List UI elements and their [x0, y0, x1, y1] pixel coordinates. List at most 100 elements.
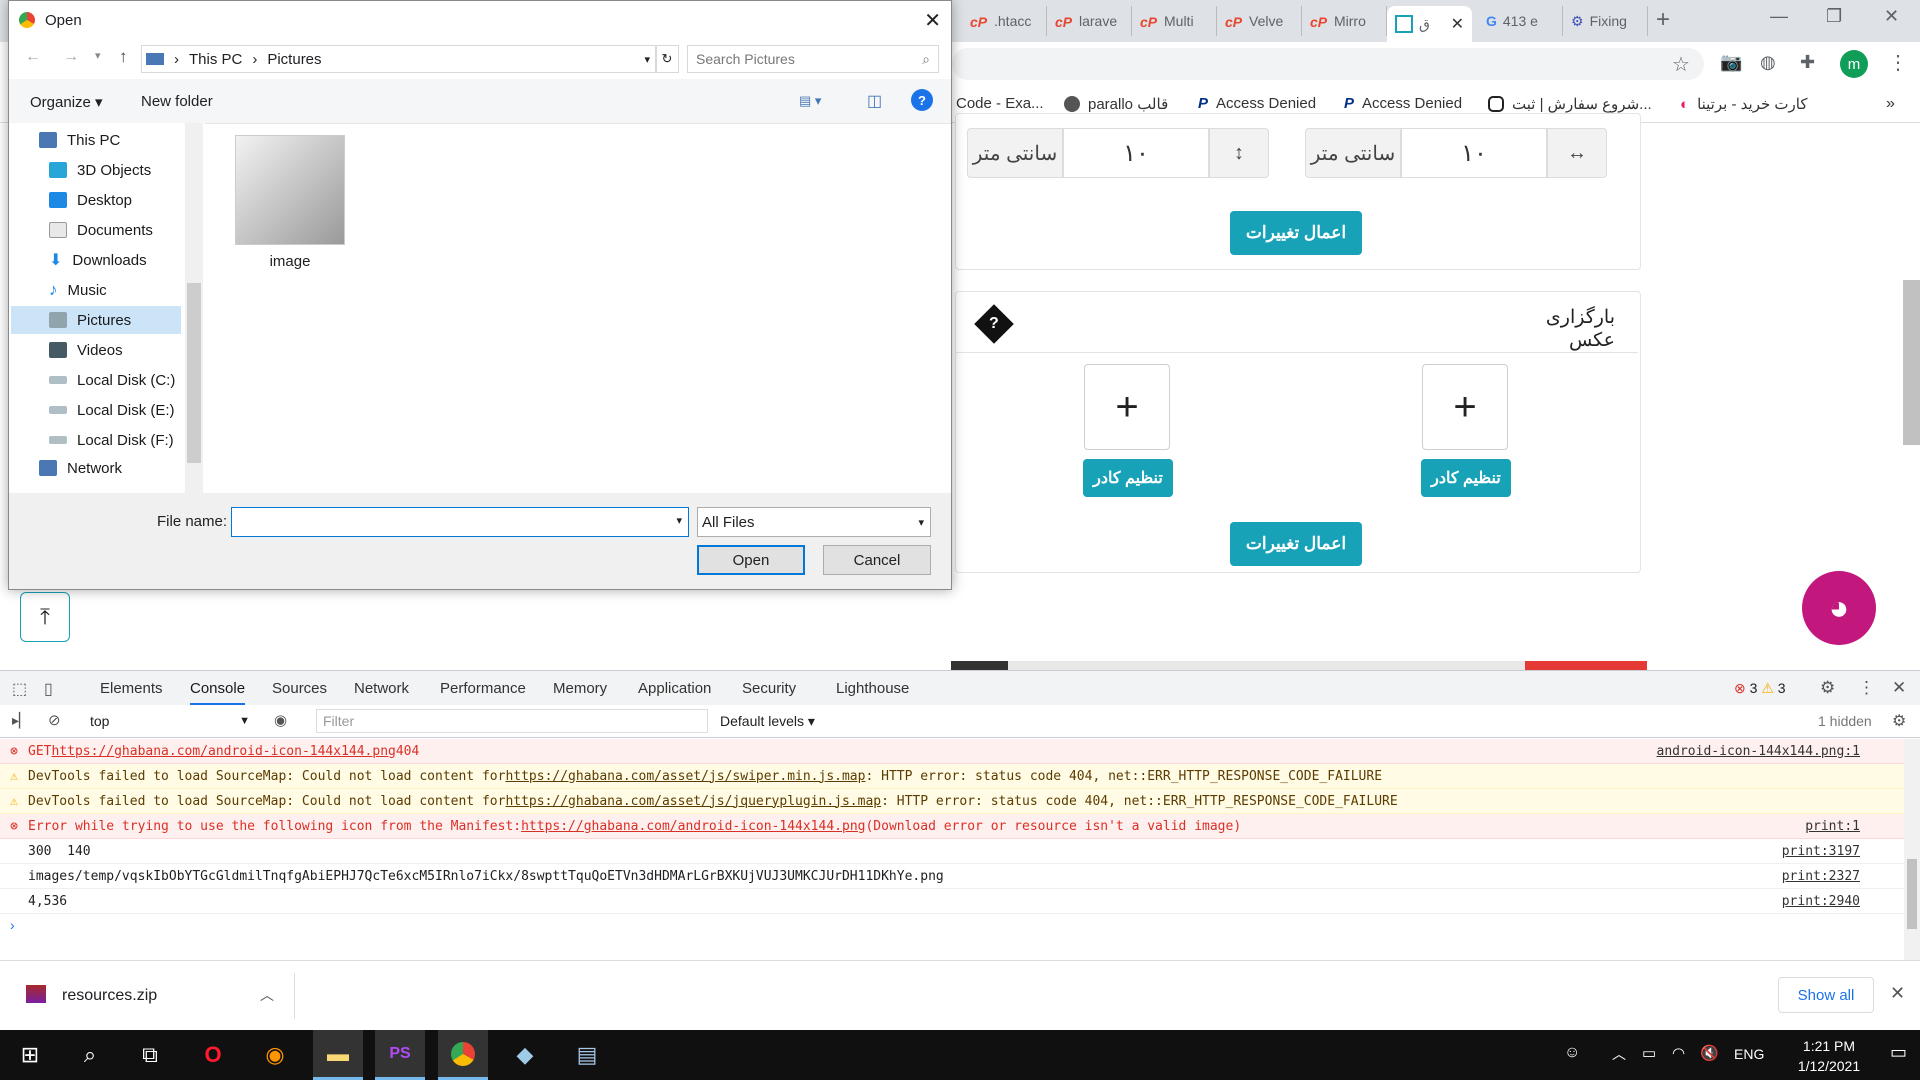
people-icon[interactable]: ☺	[1564, 1044, 1580, 1062]
tree-item-this-pc[interactable]: This PC	[39, 126, 120, 154]
tab-security[interactable]: Security	[742, 680, 796, 697]
frame-settings-button[interactable]: تنظیم کادر	[1421, 459, 1511, 497]
tab-sources[interactable]: Sources	[272, 680, 327, 697]
chevron-down-icon[interactable]: ▾	[676, 514, 682, 527]
sidebar-toggle-icon[interactable]: ▸▏	[12, 712, 30, 729]
tree-item-network[interactable]: Network	[39, 458, 122, 478]
tree-item-desktop[interactable]: Desktop	[49, 186, 132, 214]
device-toolbar-icon[interactable]: ▯	[44, 679, 53, 699]
file-type-select[interactable]: All Files ▾	[697, 507, 931, 537]
tab-application[interactable]: Application	[638, 680, 711, 697]
bookmark-6[interactable]: ◐ کارت خرید - برتینا	[1680, 95, 1807, 114]
task-view-icon[interactable]: ⧉	[125, 1030, 175, 1080]
tree-item-disk-f[interactable]: Local Disk (F:)	[49, 426, 174, 454]
tab-memory[interactable]: Memory	[553, 680, 607, 697]
height-input[interactable]: ۱۰	[1063, 128, 1209, 178]
wifi-icon[interactable]: ◠	[1672, 1044, 1685, 1062]
context-select[interactable]: top ▼	[82, 709, 254, 733]
clear-console-icon[interactable]: ⊘	[48, 711, 61, 729]
width-input[interactable]: ۱۰	[1401, 128, 1547, 178]
add-image-button[interactable]: +	[1422, 364, 1508, 450]
notifications-icon[interactable]: ▭	[1890, 1042, 1907, 1063]
show-all-button[interactable]: Show all	[1778, 977, 1874, 1013]
log-source-link[interactable]: print:2327	[1782, 869, 1860, 884]
clock[interactable]: 1:21 PM 1/12/2021	[1782, 1036, 1876, 1076]
chat-widget-button[interactable]: ◕	[1802, 571, 1876, 645]
breadcrumb-item[interactable]: Pictures	[267, 51, 321, 68]
close-window-button[interactable]: ✕	[1884, 6, 1899, 27]
tree-item-documents[interactable]: Documents	[49, 216, 153, 244]
preview-pane-icon[interactable]: ◫	[867, 91, 882, 111]
refresh-icon[interactable]: ↻	[655, 45, 679, 73]
globe-icon[interactable]: ◍	[1760, 52, 1776, 73]
page-scrollbar-thumb[interactable]	[1903, 280, 1920, 445]
address-bar[interactable]	[952, 48, 1704, 80]
tab-active[interactable]: ق ✕	[1387, 6, 1472, 42]
organize-menu[interactable]: Organize ▾	[30, 93, 103, 111]
tab-elements[interactable]: Elements	[100, 680, 163, 697]
apply-changes-button[interactable]: اعمال تغییرات	[1230, 211, 1362, 255]
console-scrollbar-thumb[interactable]	[1907, 859, 1917, 929]
view-options-icon[interactable]: ▤ ▾	[799, 93, 821, 109]
tab-7[interactable]: G 413 e	[1478, 6, 1563, 36]
new-folder-button[interactable]: New folder	[141, 93, 213, 110]
breadcrumb[interactable]: › This PC › Pictures ▾	[141, 45, 657, 73]
chevron-down-icon[interactable]: ▾	[644, 53, 650, 66]
tree-item-downloads[interactable]: ⬇ Downloads	[49, 246, 147, 274]
search-input[interactable]: Search Pictures ⌕	[687, 45, 939, 73]
download-file-name[interactable]: resources.zip	[62, 987, 157, 1005]
console-settings-icon[interactable]: ⚙	[1892, 711, 1906, 731]
bookmark-1[interactable]: Code - Exa...	[956, 95, 1044, 112]
log-link[interactable]: https://ghabana.com/asset/js/swiper.min.…	[505, 769, 865, 784]
log-levels-dropdown[interactable]: Default levels ▾	[720, 713, 815, 730]
chrome-icon[interactable]	[438, 1030, 488, 1080]
chevron-up-icon[interactable]: ︿	[260, 985, 274, 1005]
bookmark-5[interactable]: شروع سفارش | ثبت...	[1488, 95, 1652, 113]
opera-icon[interactable]: O	[188, 1030, 238, 1080]
log-link[interactable]: https://ghabana.com/android-icon-144x144…	[51, 744, 395, 759]
tab-lighthouse[interactable]: Lighthouse	[836, 680, 909, 697]
language-indicator[interactable]: ENG	[1734, 1046, 1764, 1062]
add-image-button[interactable]: +	[1084, 364, 1170, 450]
bookmark-star-icon[interactable]: ☆	[1672, 52, 1690, 77]
more-menu-icon[interactable]: ⋮	[1858, 678, 1875, 698]
notepad-icon[interactable]: ▤	[562, 1030, 612, 1080]
tree-item-videos[interactable]: Videos	[49, 336, 123, 364]
phpstorm-icon[interactable]: PS	[375, 1030, 425, 1080]
close-devtools-icon[interactable]: ✕	[1892, 678, 1906, 698]
search-icon[interactable]: ⌕	[65, 1030, 115, 1080]
error-count-badge[interactable]: ⊗ 3 ⚠ 3	[1734, 680, 1786, 697]
help-icon[interactable]: ?	[911, 89, 933, 111]
log-link[interactable]: https://ghabana.com/asset/js/jqueryplugi…	[505, 794, 881, 809]
log-source-link[interactable]: print:1	[1805, 819, 1860, 834]
windows-start-icon[interactable]: ⊞	[5, 1030, 55, 1080]
frame-settings-button[interactable]: تنظیم کادر	[1083, 459, 1173, 497]
console-filter-input[interactable]: Filter	[316, 709, 708, 733]
bookmark-2[interactable]: parallo قالب	[1064, 95, 1168, 113]
tree-item-pictures[interactable]: Pictures	[11, 306, 181, 334]
forward-icon[interactable]: →	[63, 48, 79, 66]
tab-performance[interactable]: Performance	[440, 680, 526, 697]
eye-icon[interactable]: ◉	[274, 711, 287, 729]
bookmarks-overflow-icon[interactable]: »	[1886, 95, 1895, 113]
file-thumbnail[interactable]	[235, 135, 345, 245]
bookmark-3[interactable]: P Access Denied	[1198, 95, 1316, 112]
battery-icon[interactable]: ▭	[1642, 1044, 1656, 1062]
tab-console[interactable]: Console	[190, 680, 246, 705]
new-tab-button[interactable]: +	[1656, 6, 1670, 34]
camera-icon[interactable]: 📷	[1720, 52, 1742, 73]
file-explorer-icon[interactable]: ▬	[313, 1030, 363, 1080]
tab-5[interactable]: cP Mirro	[1302, 6, 1387, 36]
restore-button[interactable]: ❐	[1826, 6, 1842, 27]
chevron-up-icon[interactable]: ︿	[1612, 1044, 1626, 1064]
close-icon[interactable]: ✕	[924, 8, 941, 33]
cancel-button[interactable]: Cancel	[823, 545, 931, 575]
volume-icon[interactable]: 🔇	[1700, 1044, 1719, 1062]
log-source-link[interactable]: print:3197	[1782, 844, 1860, 859]
tree-item-disk-e[interactable]: Local Disk (E:)	[49, 396, 175, 424]
open-button[interactable]: Open	[697, 545, 805, 575]
up-icon[interactable]: ↑	[119, 47, 128, 67]
close-shelf-icon[interactable]: ✕	[1890, 983, 1905, 1004]
close-tab-icon[interactable]: ✕	[1451, 14, 1464, 34]
tab-network[interactable]: Network	[354, 680, 409, 697]
